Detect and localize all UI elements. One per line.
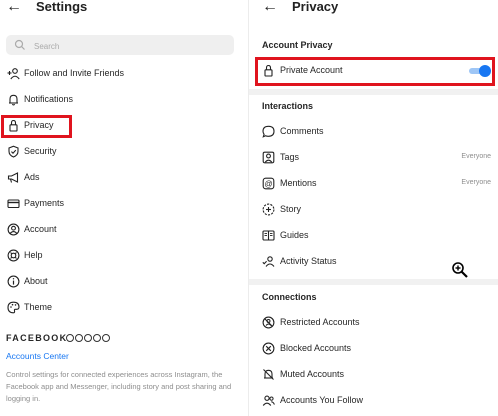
facebook-brand: FACEBOOK [6,333,68,343]
row-label: Muted Accounts [280,369,345,379]
mention-icon: @ [262,177,275,190]
info-icon [7,275,20,288]
add-person-icon [7,67,20,80]
row-label: Mentions [280,178,317,188]
menu-item-ads[interactable]: Ads [0,167,240,189]
menu-item-security[interactable]: Security [0,141,240,163]
following-icon [262,394,275,407]
restricted-icon [262,316,275,329]
messenger-icon [75,334,83,342]
menu-item-theme[interactable]: Theme [0,297,240,319]
section-title-account-privacy: Account Privacy [262,40,333,50]
row-value: Everyone [461,153,491,160]
row-label: Blocked Accounts [280,343,352,353]
story-icon [262,203,275,216]
row-value: Everyone [461,179,491,186]
back-arrow-icon[interactable]: ← [262,0,278,16]
bell-icon [7,93,20,106]
menu-item-help[interactable]: Help [0,245,240,267]
accounts-center-link[interactable]: Accounts Center [6,351,69,361]
menu-label: Follow and Invite Friends [24,68,125,78]
menu-item-notifications[interactable]: Notifications [0,89,240,111]
back-arrow-icon[interactable]: ← [6,0,22,16]
activity-status-icon [262,255,275,268]
svg-text:@: @ [264,179,272,188]
menu-label: Theme [24,302,53,312]
credit-card-icon [7,197,20,210]
oculus-icon [102,334,110,342]
private-account-highlight-box [255,57,495,86]
section-title-interactions: Interactions [262,101,314,111]
menu-item-about[interactable]: About [0,271,240,293]
row-restricted-accounts[interactable]: Restricted Accounts [249,312,497,334]
comment-icon [262,125,275,138]
row-label: Guides [280,230,309,240]
row-label: Restricted Accounts [280,317,360,327]
section-divider [249,279,498,285]
section-divider [249,89,498,95]
menu-label: Ads [24,172,40,182]
row-accounts-you-follow[interactable]: Accounts You Follow [249,390,497,412]
search-icon [14,39,26,51]
row-label: Comments [280,126,324,136]
row-label: Tags [280,152,300,162]
privacy-highlight-box [1,115,72,138]
menu-label: Account [24,224,57,234]
menu-label: About [24,276,48,286]
zoom-in-cursor-icon [451,261,469,279]
menu-label: Help [24,250,43,260]
muted-bell-icon [262,368,275,381]
palette-icon [7,301,20,314]
whatsapp-icon [93,334,101,342]
instagram-icon [84,334,92,342]
blocked-icon [262,342,275,355]
facebook-description: Control settings for connected experienc… [6,370,232,403]
section-title-connections: Connections [262,292,317,302]
row-story[interactable]: Story [249,199,497,221]
search-bar[interactable] [6,35,234,55]
page-title: Privacy [292,0,339,14]
tag-person-icon [262,151,275,164]
privacy-panel: ← Privacy Account Privacy Private Accoun… [248,0,498,416]
menu-label: Payments [24,198,65,208]
facebook-app-icons [66,334,110,342]
row-label: Activity Status [280,256,337,266]
menu-label: Notifications [24,94,74,104]
row-tags[interactable]: Tags Everyone [249,147,497,169]
row-label: Accounts You Follow [280,395,364,405]
settings-panel: ← Settings Follow and Invite Friends Not… [0,0,242,416]
row-comments[interactable]: Comments [249,121,497,143]
menu-item-payments[interactable]: Payments [0,193,240,215]
row-blocked-accounts[interactable]: Blocked Accounts [249,338,497,360]
guides-icon [262,229,275,242]
row-guides[interactable]: Guides [249,225,497,247]
account-circle-icon [7,223,20,236]
menu-label: Security [24,146,57,156]
row-label: Story [280,204,302,214]
search-input[interactable] [32,38,226,54]
privacy-header: ← Privacy [249,0,498,20]
lifebuoy-icon [7,249,20,262]
shield-icon [7,145,20,158]
row-muted-accounts[interactable]: Muted Accounts [249,364,497,386]
page-title: Settings [36,0,88,14]
menu-item-follow-invite[interactable]: Follow and Invite Friends [0,63,240,85]
facebook-icon [66,334,74,342]
menu-item-account[interactable]: Account [0,219,240,241]
row-mentions[interactable]: @ Mentions Everyone [249,173,497,195]
megaphone-icon [7,171,20,184]
settings-header: ← Settings [0,0,242,20]
